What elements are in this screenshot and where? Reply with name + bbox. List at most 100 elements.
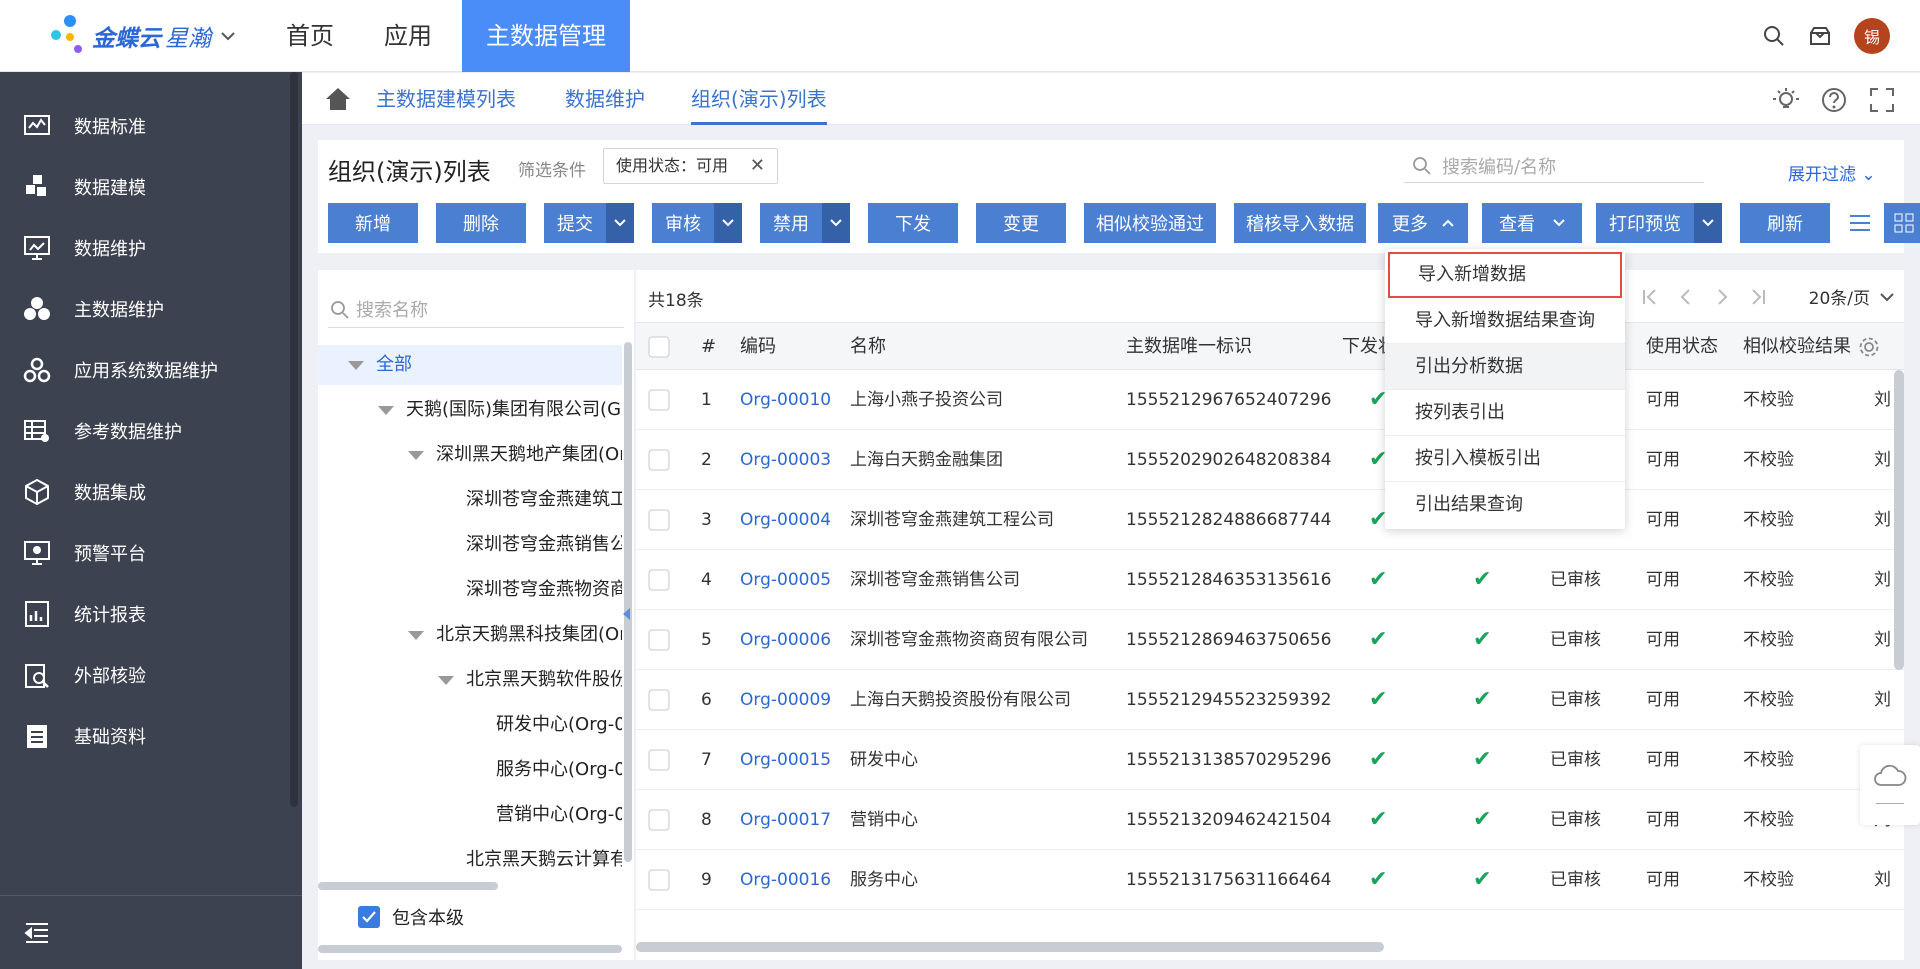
audit-button[interactable]: 审核: [652, 203, 742, 243]
more-button[interactable]: 更多: [1378, 203, 1468, 243]
sidebar-item-data-modeling[interactable]: 数据建模: [0, 157, 290, 217]
nav-master-data[interactable]: 主数据管理: [462, 0, 630, 72]
chevron-down-icon[interactable]: [606, 203, 634, 243]
expand-filter-link[interactable]: 展开过滤 ⌄: [1788, 160, 1876, 185]
delete-button[interactable]: 删除: [436, 203, 526, 243]
tree-node[interactable]: 服务中心(Org-0: [496, 750, 622, 790]
menu-item-export-result-query[interactable]: 引出结果查询: [1385, 482, 1625, 528]
app-logo[interactable]: 金蝶云 星瀚: [48, 10, 235, 62]
first-page-icon[interactable]: [1639, 286, 1661, 308]
row-checkbox[interactable]: [648, 629, 670, 651]
row-checkbox[interactable]: [648, 689, 670, 711]
select-all-checkbox[interactable]: [648, 336, 670, 358]
sidebar-item-master-data[interactable]: 主数据维护: [0, 279, 290, 339]
list-view-icon[interactable]: [1848, 211, 1872, 235]
tree-node[interactable]: 营销中心(Org-0: [496, 795, 622, 835]
menu-item-export-analysis[interactable]: 引出分析数据: [1385, 344, 1625, 390]
change-button[interactable]: 变更: [976, 203, 1066, 243]
grid-vertical-scrollbar[interactable]: [1894, 370, 1904, 670]
table-row[interactable]: 7 Org-00015 研发中心 1555213138570295296 ✔ ✔ 已审核 可用…: [636, 730, 1904, 790]
refresh-button[interactable]: 刷新: [1740, 203, 1830, 243]
tree-node[interactable]: 研发中心(Org-0: [496, 705, 622, 745]
sidebar-item-reference-data[interactable]: 参考数据维护: [0, 401, 290, 461]
menu-item-import-result-query[interactable]: 导入新增数据结果查询: [1385, 298, 1625, 344]
home-icon[interactable]: [324, 86, 352, 112]
grid-view-button[interactable]: [1884, 203, 1920, 243]
tree-bottom-scrollbar[interactable]: [318, 945, 622, 953]
col-code[interactable]: 编码: [740, 323, 776, 371]
row-checkbox[interactable]: [648, 809, 670, 831]
table-row[interactable]: 5 Org-00006 深圳苍穹金燕物资商贸有限公司 1555212869463750…: [636, 610, 1904, 670]
table-row[interactable]: 9 Org-00016 服务中心 1555213175631166464 ✔ ✔ 已审核 可用…: [636, 850, 1904, 910]
row-checkbox[interactable]: [648, 869, 670, 891]
col-name[interactable]: 名称: [850, 323, 886, 371]
menu-item-import-new-data[interactable]: 导入新增数据: [1388, 252, 1622, 298]
cell-code[interactable]: Org-00016: [740, 850, 831, 910]
nav-home[interactable]: 首页: [266, 0, 354, 72]
menu-item-export-by-list[interactable]: 按列表引出: [1385, 390, 1625, 436]
prev-page-icon[interactable]: [1675, 286, 1697, 308]
tab-data-maintenance[interactable]: 数据维护: [565, 73, 645, 125]
avatar[interactable]: 锡: [1854, 18, 1890, 54]
menu-item-export-by-template[interactable]: 按引入模板引出: [1385, 436, 1625, 482]
sidebar-item-data-maintenance[interactable]: 数据维护: [0, 218, 290, 278]
tab-org-demo-list[interactable]: 组织(演示)列表: [691, 73, 827, 125]
view-button[interactable]: 查看: [1482, 203, 1582, 243]
cell-code[interactable]: Org-00004: [740, 490, 831, 550]
tree-vertical-scrollbar[interactable]: [624, 342, 632, 862]
lightbulb-icon[interactable]: [1772, 86, 1800, 114]
grid-horizontal-scrollbar[interactable]: [636, 942, 1384, 952]
sidebar-scrollbar[interactable]: [290, 72, 298, 807]
chevron-down-icon[interactable]: [822, 203, 850, 243]
cell-code[interactable]: Org-00017: [740, 790, 831, 850]
tree-search-input[interactable]: 搜索名称: [328, 290, 624, 328]
table-row[interactable]: 6 Org-00009 上海白天鹅投资股份有限公司 15552129455232593…: [636, 670, 1904, 730]
tree-node[interactable]: 深圳黑天鹅地产集团(Or: [408, 435, 622, 475]
tree-node[interactable]: 全部: [318, 345, 622, 385]
tree-node[interactable]: 北京黑天鹅软件股份: [438, 660, 622, 700]
fullscreen-icon[interactable]: [1868, 86, 1896, 114]
table-row[interactable]: 2Org-00003上海白天鹅金融集团1555202902648208384✔✔…: [636, 430, 1904, 490]
close-icon[interactable]: ✕: [750, 149, 765, 183]
row-checkbox[interactable]: [648, 749, 670, 771]
chevron-down-icon[interactable]: [714, 203, 742, 243]
column-settings-gear-icon[interactable]: [1858, 336, 1880, 358]
sidebar-item-statistics-report[interactable]: 统计报表: [0, 584, 290, 644]
add-button[interactable]: 新增: [328, 203, 418, 243]
tree-node[interactable]: 深圳苍穹金燕销售公: [466, 525, 622, 565]
checkbox-checked-icon[interactable]: [358, 906, 380, 928]
search-icon[interactable]: [1762, 24, 1786, 48]
disable-button[interactable]: 禁用: [760, 203, 850, 243]
table-row[interactable]: 3 Org-00004 深圳苍穹金燕建筑工程公司 155521282488668774…: [636, 490, 1904, 550]
table-row[interactable]: 8 Org-00017 营销中心 1555213209462421504 ✔ ✔ 已审核 可用…: [636, 790, 1904, 850]
print-preview-button[interactable]: 打印预览: [1596, 203, 1722, 243]
collapse-menu-icon[interactable]: [22, 918, 52, 948]
submit-button[interactable]: 提交: [544, 203, 634, 243]
row-checkbox[interactable]: [648, 449, 670, 471]
sidebar-item-data-standard[interactable]: 数据标准: [0, 96, 290, 156]
row-checkbox[interactable]: [648, 389, 670, 411]
cell-code[interactable]: Org-00015: [740, 730, 831, 790]
sidebar-item-app-system-data[interactable]: 应用系统数据维护: [0, 340, 290, 400]
cell-code[interactable]: Org-00006: [740, 610, 831, 670]
tree-node[interactable]: 深圳苍穹金燕物资商: [466, 570, 622, 610]
cell-code[interactable]: Org-00005: [740, 550, 831, 610]
cell-code[interactable]: Org-00010: [740, 370, 831, 430]
similar-check-pass-button[interactable]: 相似校验通过: [1084, 203, 1216, 243]
filter-chip[interactable]: 使用状态：可用 ✕: [603, 148, 778, 184]
sidebar-item-external-check[interactable]: 外部核验: [0, 645, 290, 705]
tree-node[interactable]: 天鹅(国际)集团有限公司(GF: [378, 390, 622, 430]
sidebar-item-alert-platform[interactable]: 预警平台: [0, 523, 290, 583]
chevron-down-icon[interactable]: [1694, 203, 1722, 243]
cell-code[interactable]: Org-00009: [740, 670, 831, 730]
search-input[interactable]: 搜索编码/名称: [1404, 147, 1704, 183]
col-uid[interactable]: 主数据唯一标识: [1126, 323, 1252, 371]
last-page-icon[interactable]: [1747, 286, 1769, 308]
distribute-button[interactable]: 下发: [868, 203, 958, 243]
tree-node[interactable]: 深圳苍穹金燕建筑工: [466, 480, 622, 520]
next-page-icon[interactable]: [1711, 286, 1733, 308]
row-checkbox[interactable]: [648, 569, 670, 591]
sidebar-item-basic-data[interactable]: 基础资料: [0, 706, 290, 766]
nav-apps[interactable]: 应用: [364, 0, 452, 72]
audit-import-button[interactable]: 稽核导入数据: [1234, 203, 1366, 243]
